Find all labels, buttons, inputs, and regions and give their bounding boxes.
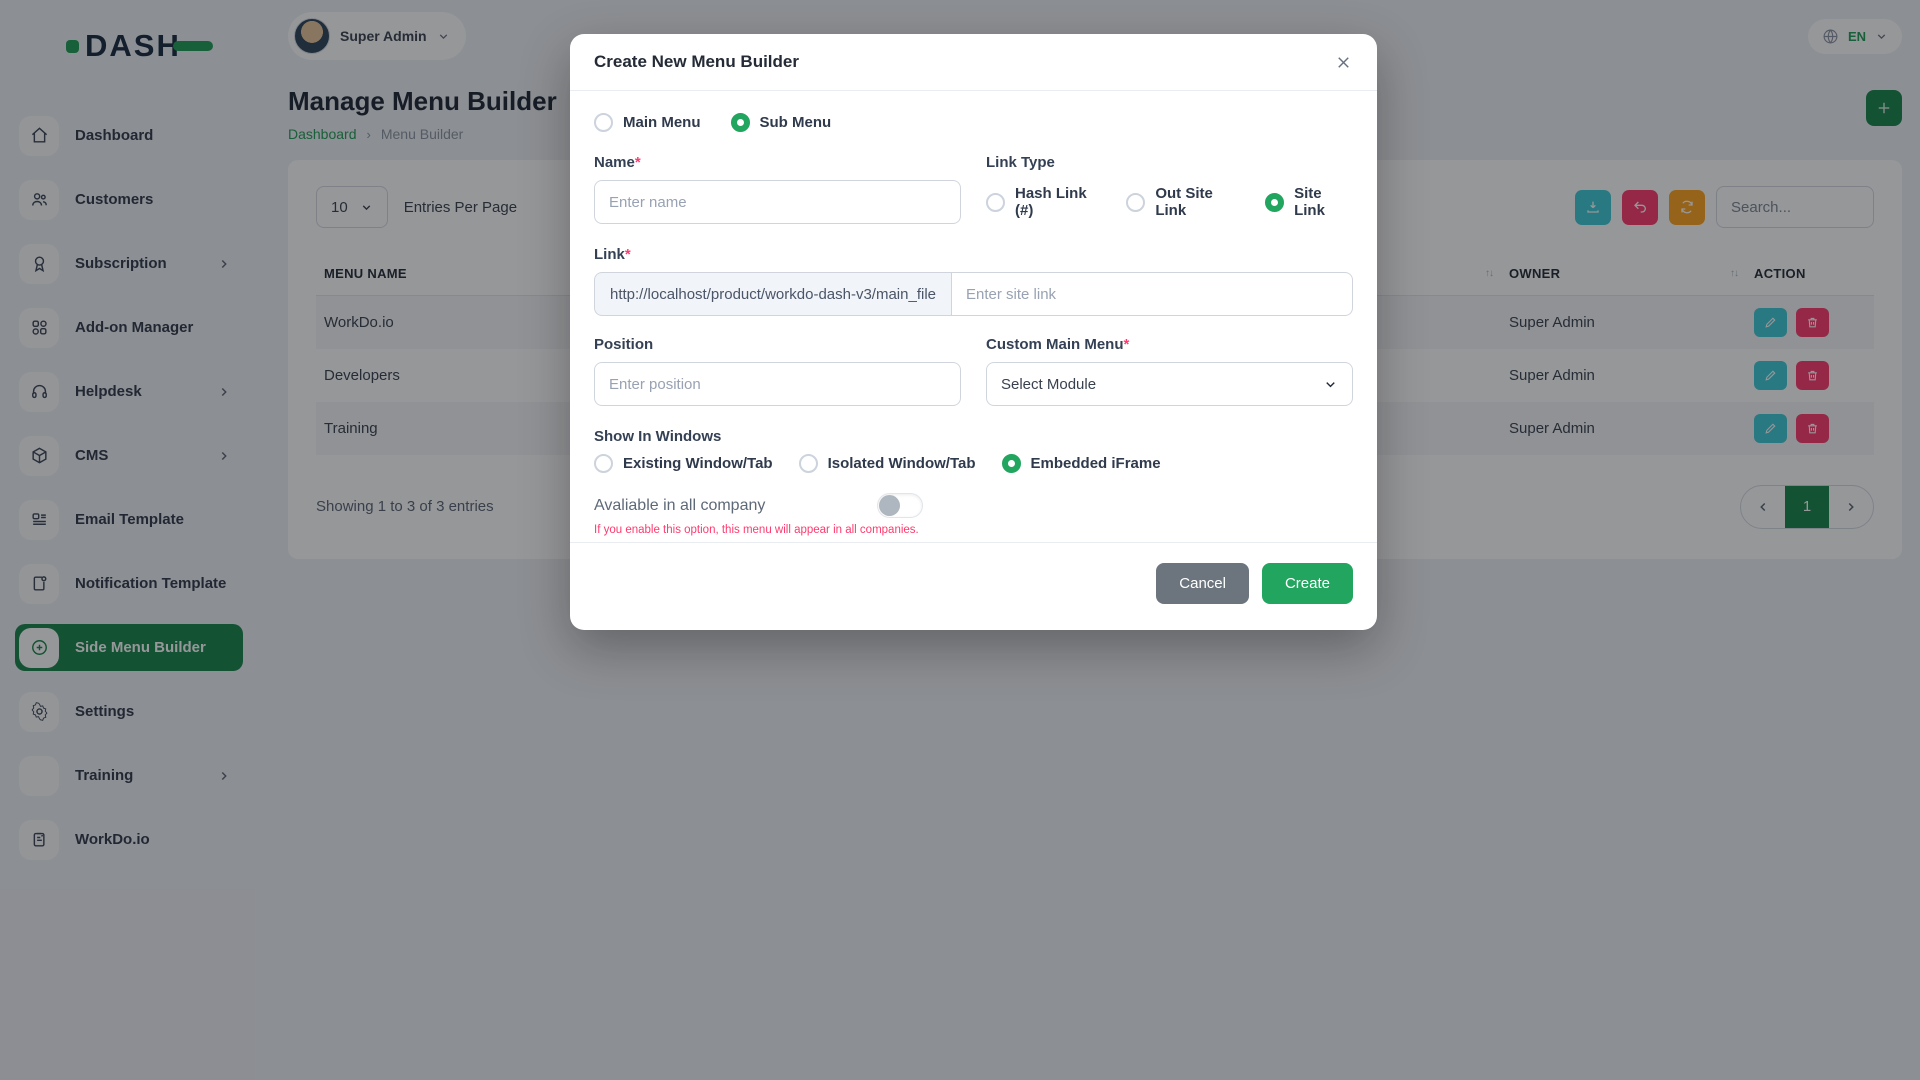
modal-title: Create New Menu Builder [594, 52, 799, 72]
link-field-group: Link* http://localhost/product/workdo-da… [594, 246, 1353, 316]
name-field-group: Name* [594, 154, 961, 224]
position-field-group: Position [594, 336, 961, 406]
position-input[interactable] [594, 362, 961, 406]
show-in-windows-label: Show In Windows [594, 428, 1353, 445]
radio-circle-checked [1265, 193, 1284, 212]
radio-circle [1126, 193, 1145, 212]
radio-circle-checked [731, 113, 750, 132]
link-type-radio-group: Hash Link (#) Out Site Link Site Link [986, 180, 1353, 224]
create-button[interactable]: Create [1262, 563, 1353, 604]
create-menu-builder-modal: Create New Menu Builder Main Menu Sub Me… [570, 34, 1377, 630]
radio-circle [986, 193, 1005, 212]
name-label: Name* [594, 154, 961, 171]
close-button[interactable] [1334, 53, 1353, 72]
radio-isolated-window[interactable]: Isolated Window/Tab [799, 454, 976, 473]
chevron-down-icon [1323, 377, 1338, 392]
toggle-help-text: If you enable this option, this menu wil… [594, 524, 1353, 536]
modal-body: Main Menu Sub Menu Name* Link Type Hash … [570, 91, 1377, 542]
radio-circle [799, 454, 818, 473]
available-label: Avaliable in all company [594, 497, 765, 515]
show-in-windows-group: Show In Windows Existing Window/Tab Isol… [594, 428, 1353, 473]
custom-main-menu-label: Custom Main Menu* [986, 336, 1353, 353]
radio-hash-link[interactable]: Hash Link (#) [986, 185, 1104, 219]
link-type-label: Link Type [986, 154, 1353, 171]
link-type-group: Link Type Hash Link (#) Out Site Link Si… [986, 154, 1353, 224]
radio-site-link[interactable]: Site Link [1265, 185, 1353, 219]
toggle-knob [879, 495, 900, 516]
radio-existing-window[interactable]: Existing Window/Tab [594, 454, 773, 473]
radio-out-site-link[interactable]: Out Site Link [1126, 185, 1243, 219]
position-label: Position [594, 336, 961, 353]
site-link-input[interactable] [951, 272, 1353, 316]
radio-sub-menu[interactable]: Sub Menu [731, 113, 832, 132]
radio-embedded-iframe[interactable]: Embedded iFrame [1002, 454, 1161, 473]
modal-footer: Cancel Create [570, 542, 1377, 630]
link-label: Link* [594, 246, 1353, 263]
available-toggle-group: Avaliable in all company If you enable t… [594, 493, 1353, 536]
radio-main-menu[interactable]: Main Menu [594, 113, 701, 132]
available-toggle-switch[interactable] [877, 493, 923, 518]
radio-circle-checked [1002, 454, 1021, 473]
name-input[interactable] [594, 180, 961, 224]
menu-type-radio-group: Main Menu Sub Menu [594, 113, 1353, 132]
close-icon [1334, 53, 1353, 72]
custom-main-menu-group: Custom Main Menu* Select Module [986, 336, 1353, 406]
module-select[interactable]: Select Module [986, 362, 1353, 406]
show-in-windows-radio-group: Existing Window/Tab Isolated Window/Tab … [594, 454, 1353, 473]
radio-circle [594, 454, 613, 473]
link-url-prefix: http://localhost/product/workdo-dash-v3/… [594, 272, 951, 316]
radio-circle [594, 113, 613, 132]
modal-header: Create New Menu Builder [570, 34, 1377, 91]
module-select-value: Select Module [1001, 376, 1096, 393]
cancel-button[interactable]: Cancel [1156, 563, 1249, 604]
